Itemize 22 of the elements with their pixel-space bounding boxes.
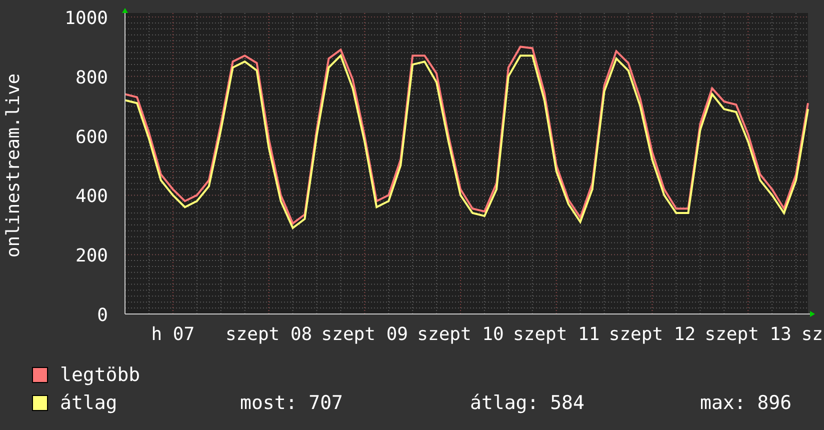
axis-tick-label: szept 09 — [321, 324, 408, 345]
legend-label: legtöbb — [60, 364, 142, 386]
axis-tick-label: 0 — [97, 305, 108, 326]
axis-tick-label: 600 — [75, 126, 108, 148]
legend-label: átlag — [60, 392, 118, 414]
axis-tick-label: szept 13 — [704, 324, 792, 345]
axis-tick-label: szept 11 — [513, 324, 600, 345]
axis-tick-label: 800 — [75, 67, 108, 88]
stat-value: átlag: 584 — [470, 392, 586, 414]
stat-value: max: 896 — [700, 392, 792, 414]
axis-tick-label: 200 — [75, 246, 108, 267]
arrow-icon — [122, 8, 128, 13]
axis-tick-label: sz — [801, 324, 823, 345]
axis-tick-label: h 07 — [151, 324, 195, 345]
axis-tick-label: szept 10 — [417, 324, 504, 345]
stat-value: most: 707 — [240, 392, 344, 414]
axis-tick-label: 400 — [75, 186, 108, 208]
axis-tick-label: szept 12 — [608, 324, 696, 345]
axis-tick-label: 1000 — [64, 8, 108, 29]
axis-title: onlinestream.live — [3, 73, 24, 258]
arrow-icon — [810, 311, 815, 317]
axis-tick-label: szept 08 — [225, 324, 312, 345]
